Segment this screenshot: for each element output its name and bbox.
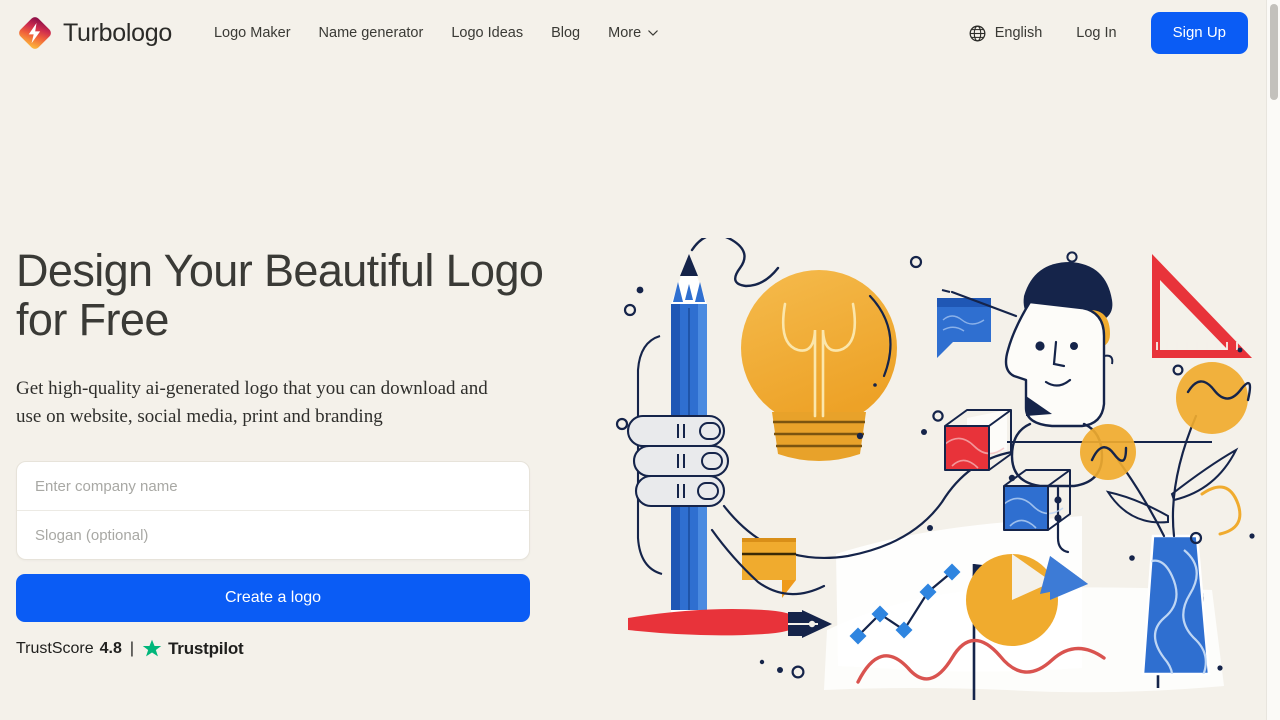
main-nav: Logo Maker Name generator Logo Ideas Blo…: [200, 17, 672, 49]
yellow-pie-chart: [966, 554, 1058, 646]
brand-logo[interactable]: Turbologo: [16, 14, 172, 52]
header-actions: English Log In Sign Up: [955, 12, 1248, 54]
chevron-down-icon: [648, 30, 658, 36]
slogan-input[interactable]: [17, 511, 529, 559]
trustpilot-star-icon: [142, 639, 162, 657]
yellow-squiggle: [1200, 485, 1242, 536]
turbologo-diamond-icon: [19, 17, 51, 49]
globe-icon: [969, 25, 986, 41]
trustscore-label: TrustScore: [16, 640, 94, 657]
pencil-squiggle: [690, 238, 780, 288]
page-scrollbar[interactable]: [1266, 0, 1280, 720]
nav-item-logo-maker[interactable]: Logo Maker: [200, 17, 305, 49]
red-cube: [944, 409, 1012, 471]
trust-separator: |: [129, 640, 135, 657]
nav-item-blog[interactable]: Blog: [537, 17, 594, 49]
nav-label: Logo Maker: [213, 25, 291, 41]
hero-subtitle: Get high-quality ai-generated logo that …: [16, 378, 488, 427]
brand-name: Turbologo: [63, 18, 172, 47]
trustscore-value: 4.8: [99, 640, 122, 657]
navy-pen-nib: [788, 610, 832, 638]
nav-label: Blog: [551, 25, 581, 41]
nav-label: Name generator: [318, 25, 424, 41]
logo-generator-form: [16, 461, 530, 560]
blue-speech-bubble: [937, 298, 991, 358]
company-name-input[interactable]: [17, 462, 529, 510]
red-triangle-ruler: [1152, 254, 1252, 358]
design-tools-hero-illustration: [612, 238, 1272, 706]
nav-label: Logo Ideas: [451, 25, 524, 41]
nav-label: More: [608, 25, 642, 41]
trustpilot-brand: Trustpilot: [168, 639, 244, 658]
login-link[interactable]: Log In: [1056, 17, 1136, 49]
nav-item-more[interactable]: More: [594, 17, 672, 49]
red-brush-stroke: [628, 609, 798, 636]
create-logo-button[interactable]: Create a logo: [16, 574, 530, 622]
language-label: English: [994, 25, 1043, 41]
trustpilot-rating[interactable]: TrustScore 4.8 | Trustpilot: [16, 639, 616, 659]
blue-vase: [1141, 534, 1211, 676]
signup-button[interactable]: Sign Up: [1150, 12, 1248, 54]
hero-content: Design Your Beautiful Logo for Free Get …: [16, 246, 616, 659]
page-title: Design Your Beautiful Logo for Free: [16, 245, 544, 345]
language-selector[interactable]: English: [955, 17, 1057, 50]
nav-item-name-generator[interactable]: Name generator: [305, 17, 438, 49]
scrollbar-thumb[interactable]: [1270, 4, 1278, 100]
yellow-lightbulb: [741, 270, 897, 461]
nav-item-logo-ideas[interactable]: Logo Ideas: [437, 17, 537, 49]
yellow-flowers: [1080, 362, 1252, 538]
site-header: Turbologo Logo Maker Name generator Logo…: [0, 0, 1266, 66]
